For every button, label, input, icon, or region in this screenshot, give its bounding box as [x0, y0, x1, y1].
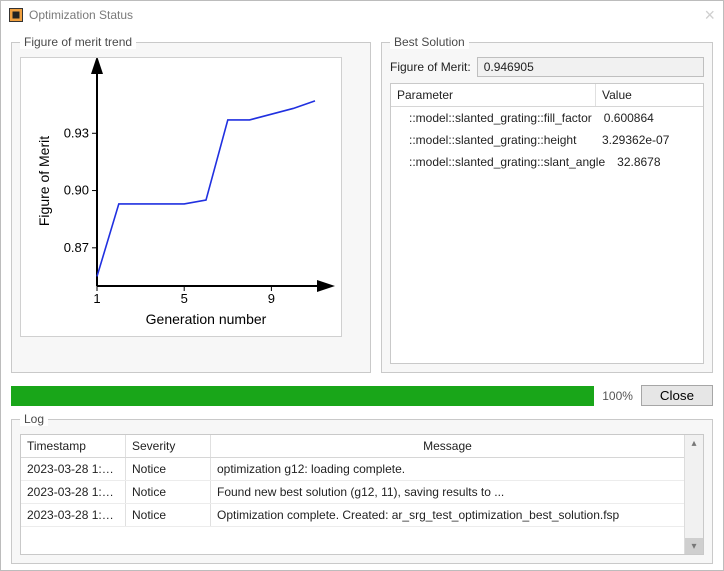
svg-text:0.87: 0.87 [64, 240, 89, 255]
param-name: ::model::slanted_grating::slant_angle [391, 151, 611, 173]
log-header-timestamp[interactable]: Timestamp [21, 435, 126, 457]
log-message: Optimization complete. Created: ar_srg_t… [211, 504, 684, 526]
fom-label: Figure of Merit: [390, 60, 471, 74]
app-icon [9, 8, 23, 22]
svg-text:9: 9 [268, 291, 275, 306]
log-row[interactable]: 2023-03-28 1:04...Noticeoptimization g12… [21, 458, 684, 481]
scroll-down-icon[interactable]: ▾ [685, 538, 703, 554]
log-message: optimization g12: loading complete. [211, 458, 684, 480]
param-row[interactable]: ::model::slanted_grating::fill_factor0.6… [391, 107, 703, 129]
progress-bar [11, 386, 594, 406]
log-row[interactable]: 2023-03-28 1:04...NoticeOptimization com… [21, 504, 684, 527]
figure-of-merit-trend-panel: Figure of merit trend 1 5 9 0.87 0.90 0.93 Gen… [11, 35, 371, 373]
close-button[interactable]: Close [641, 385, 713, 406]
titlebar[interactable]: Optimization Status × [1, 1, 723, 29]
param-value: 3.29362e-07 [596, 129, 703, 151]
param-row[interactable]: ::model::slanted_grating::height3.29362e… [391, 129, 703, 151]
log-panel: Log Timestamp Severity Message 2023-03-2… [11, 412, 713, 564]
param-value: 32.8678 [611, 151, 703, 173]
fom-trend-chart: 1 5 9 0.87 0.90 0.93 Generation number Figure o… [20, 57, 342, 337]
svg-text:5: 5 [181, 291, 188, 306]
best-solution-panel: Best Solution Figure of Merit: 0.946905 … [381, 35, 713, 373]
log-timestamp: 2023-03-28 1:04... [21, 458, 126, 480]
svg-text:Figure of Merit: Figure of Merit [36, 136, 52, 226]
log-timestamp: 2023-03-28 1:04... [21, 504, 126, 526]
svg-text:Generation number: Generation number [146, 311, 267, 327]
log-legend: Log [20, 412, 48, 426]
svg-text:1: 1 [93, 291, 100, 306]
svg-text:0.90: 0.90 [64, 183, 89, 198]
log-severity: Notice [126, 458, 211, 480]
svg-text:0.93: 0.93 [64, 125, 89, 140]
title-text: Optimization Status [29, 8, 133, 22]
param-name: ::model::slanted_grating::fill_factor [391, 107, 598, 129]
param-value: 0.600864 [598, 107, 703, 129]
log-header-message[interactable]: Message [211, 435, 684, 457]
log-severity: Notice [126, 481, 211, 503]
best-legend: Best Solution [390, 35, 469, 49]
parameters-table: Parameter Value ::model::slanted_grating… [390, 83, 704, 364]
log-header-severity[interactable]: Severity [126, 435, 211, 457]
fom-value-field: 0.946905 [477, 57, 704, 77]
log-scrollbar[interactable]: ▴ ▾ [684, 435, 703, 554]
trend-legend: Figure of merit trend [20, 35, 136, 49]
log-row[interactable]: 2023-03-28 1:04...NoticeFound new best s… [21, 481, 684, 504]
close-icon[interactable]: × [704, 5, 715, 26]
param-row[interactable]: ::model::slanted_grating::slant_angle32.… [391, 151, 703, 173]
optimization-status-window: Optimization Status × Figure of merit tr… [0, 0, 724, 571]
param-header-parameter[interactable]: Parameter [391, 84, 596, 106]
progress-percent: 100% [602, 389, 633, 403]
log-message: Found new best solution (g12, 11), savin… [211, 481, 684, 503]
param-header-value[interactable]: Value [596, 84, 703, 106]
param-name: ::model::slanted_grating::height [391, 129, 596, 151]
log-severity: Notice [126, 504, 211, 526]
log-timestamp: 2023-03-28 1:04... [21, 481, 126, 503]
scroll-up-icon[interactable]: ▴ [688, 435, 700, 451]
